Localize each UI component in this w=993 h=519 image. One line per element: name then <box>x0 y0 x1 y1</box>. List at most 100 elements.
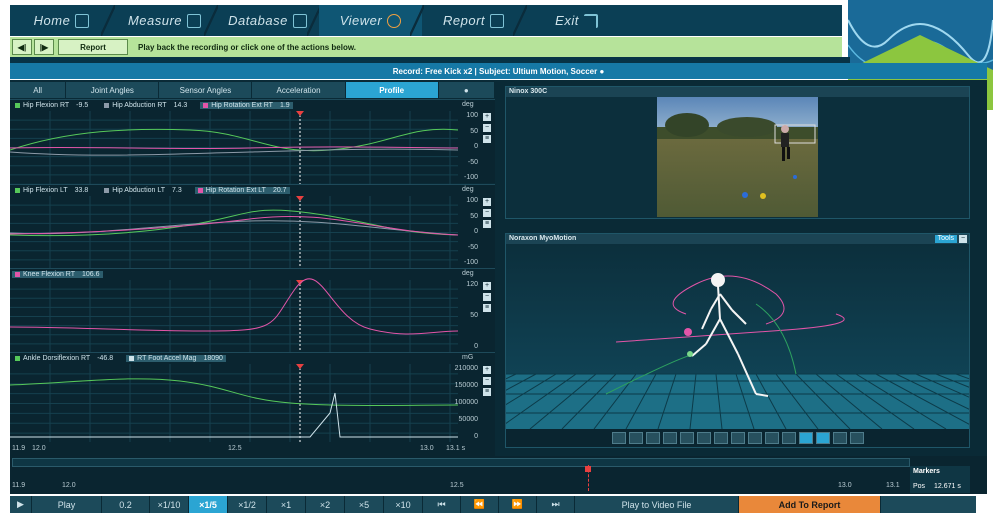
speed-option[interactable]: ×5 <box>345 496 384 513</box>
video-frame[interactable] <box>657 97 818 217</box>
next-frame-icon[interactable]: ⏩ <box>499 496 537 513</box>
report-icon <box>490 13 505 28</box>
legend-item[interactable]: Hip Rotation Ext LT 20.7 <box>194 186 290 194</box>
skeleton-back-icon[interactable] <box>730 432 745 444</box>
time-axis-tick: 12.5 <box>228 445 242 452</box>
zoom-out-icon[interactable]: − <box>483 209 491 217</box>
legend-value: -46.8 <box>97 354 114 362</box>
add-to-report-button[interactable]: Add To Report <box>739 496 881 513</box>
playhead-marker[interactable] <box>296 364 304 369</box>
tab-sensor-angles[interactable]: Sensor Angles <box>159 82 253 98</box>
play-button[interactable]: Play <box>32 496 102 513</box>
zoom-reset-icon[interactable] <box>679 432 694 444</box>
save-icon[interactable] <box>849 432 864 444</box>
legend-item[interactable]: Hip Rotation Ext RT 1.9 <box>200 101 293 109</box>
zoom-in-icon[interactable]: + <box>483 113 491 121</box>
play-to-video-button[interactable]: Play to Video File <box>575 496 739 513</box>
plot-canvas <box>10 111 459 184</box>
skeleton-top-icon[interactable] <box>747 432 762 444</box>
tab-more[interactable]: ● <box>439 82 495 98</box>
skeleton-side-icon[interactable] <box>713 432 728 444</box>
pos-label: Pos <box>913 483 926 490</box>
nav-tab-viewer[interactable]: Viewer <box>319 5 424 36</box>
tab-profile[interactable]: Profile <box>345 82 439 98</box>
pos-value: 12.671 s <box>934 483 961 490</box>
zoom-out-icon[interactable] <box>662 432 677 444</box>
legend-label: Ankle Dorsiflexion RT <box>23 354 91 362</box>
axis-tick: 50 <box>470 312 478 319</box>
skeleton-scene <box>337 244 993 439</box>
playhead-marker[interactable] <box>296 196 304 201</box>
series-line <box>10 148 459 156</box>
axis-tick: -50 <box>467 158 478 166</box>
timeline-start: 11.9 <box>12 482 26 489</box>
zoom-out-icon[interactable]: − <box>483 124 491 132</box>
step-back-button[interactable]: ◀| <box>12 39 32 55</box>
speed-option[interactable]: 0.2 <box>102 496 150 513</box>
playhead-marker[interactable] <box>585 466 591 472</box>
skip-start-icon[interactable]: ⏮ <box>423 496 461 513</box>
speed-option[interactable]: ×1/5 <box>189 496 228 513</box>
zoom-in-icon[interactable]: + <box>483 366 491 374</box>
timeline-end: 13.1 <box>886 482 900 489</box>
grid-icon[interactable] <box>815 432 830 444</box>
axis-tick: -100 <box>463 174 478 181</box>
zoom-in-icon[interactable]: + <box>483 198 491 206</box>
legend-item[interactable]: Hip Abduction RT 14.3 <box>101 102 190 109</box>
trail-icon[interactable] <box>781 432 796 444</box>
exit-icon <box>583 13 598 28</box>
zoom-in-icon[interactable] <box>645 432 660 444</box>
skeleton-front-icon[interactable] <box>696 432 711 444</box>
video-panel-title: Ninox 300C <box>506 87 969 97</box>
skeleton-3d-view[interactable] <box>337 244 993 439</box>
step-forward-button[interactable]: |▶ <box>34 39 54 55</box>
legend-item[interactable]: Hip Flexion LT 33.8 <box>12 187 91 194</box>
speed-option[interactable]: ×10 <box>384 496 423 513</box>
menu-icon[interactable]: ≡ <box>483 304 491 312</box>
prev-frame-icon[interactable]: ⏪ <box>461 496 499 513</box>
mocap-panel-title: Noraxon MyoMotion <box>506 234 969 244</box>
nav-tab-home[interactable]: Home <box>10 5 115 36</box>
nav-tab-exit[interactable]: Exit <box>525 5 628 36</box>
legend-value: 18090 <box>203 354 223 362</box>
legend-item[interactable]: Hip Abduction LT 7.3 <box>101 187 185 194</box>
person-icon[interactable] <box>832 432 847 444</box>
legend-item[interactable]: Ankle Dorsiflexion RT -46.8 <box>12 355 116 362</box>
legend-item[interactable]: Hip Flexion RT -9.5 <box>12 102 91 109</box>
zoom-out-icon[interactable]: − <box>483 293 491 301</box>
trace-icon[interactable] <box>798 432 813 444</box>
expand-icon[interactable] <box>628 432 643 444</box>
menu-icon[interactable]: ≡ <box>483 220 491 228</box>
speed-option[interactable]: ×1 <box>267 496 306 513</box>
tab-all[interactable]: All <box>10 82 67 98</box>
menu-icon[interactable]: ≡ <box>483 388 491 396</box>
speed-option[interactable]: ×1/2 <box>228 496 267 513</box>
zoom-out-icon[interactable]: − <box>483 377 491 385</box>
speed-option[interactable]: ×2 <box>306 496 345 513</box>
report-button[interactable]: Report <box>58 39 128 55</box>
floor-icon[interactable] <box>764 432 779 444</box>
plot-ankle-foot: Ankle Dorsiflexion RT -46.8 RT Foot Accel … <box>10 352 495 443</box>
play-icon[interactable]: ▶ <box>10 496 32 513</box>
tools-button[interactable]: Tools <box>934 235 957 243</box>
legend-label: Hip Flexion LT <box>23 186 68 194</box>
tab-acceleration[interactable]: Acceleration <box>252 82 346 98</box>
menu-icon[interactable]: ≡ <box>483 135 491 143</box>
speed-option[interactable]: ×1/10 <box>150 496 189 513</box>
timeline-scrubber[interactable] <box>12 458 910 467</box>
legend-item[interactable]: Knee Flexion RT 106.6 <box>12 270 103 278</box>
nav-fill <box>628 5 842 36</box>
fit-view-icon[interactable] <box>611 432 626 444</box>
legend-item[interactable]: RT Foot Accel Mag 18090 <box>126 354 226 362</box>
collapse-icon[interactable]: − <box>959 235 967 243</box>
nav-tab-database[interactable]: Database <box>216 5 321 36</box>
playhead-marker[interactable] <box>296 111 304 116</box>
skip-end-icon[interactable]: ⏭ <box>537 496 575 513</box>
legend-label: Knee Flexion RT <box>23 270 76 278</box>
zoom-in-icon[interactable]: + <box>483 282 491 290</box>
nav-tab-measure[interactable]: Measure <box>113 5 218 36</box>
legend-value: 20.7 <box>272 186 287 194</box>
timeline[interactable]: 11.9 12.0 12.5 13.0 13.1 <box>10 456 987 494</box>
tab-joint-angles[interactable]: Joint Angles <box>66 82 160 98</box>
nav-tab-report[interactable]: Report <box>422 5 527 36</box>
